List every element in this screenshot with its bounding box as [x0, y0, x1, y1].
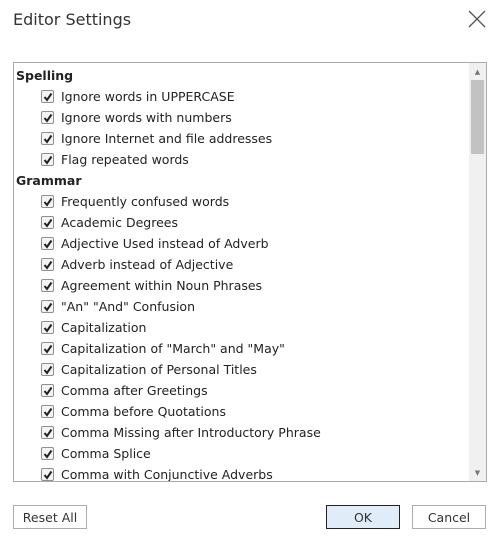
- checkmark-icon: [43, 407, 53, 417]
- setting-item[interactable]: Capitalization: [16, 317, 468, 338]
- checkbox[interactable]: [41, 321, 54, 334]
- checkmark-icon: [43, 365, 53, 375]
- checkbox[interactable]: [41, 90, 54, 103]
- setting-item[interactable]: Academic Degrees: [16, 212, 468, 233]
- checkbox[interactable]: [41, 132, 54, 145]
- setting-item[interactable]: Capitalization of "March" and "May": [16, 338, 468, 359]
- setting-item[interactable]: Adverb instead of Adjective: [16, 254, 468, 275]
- setting-label: Capitalization of Personal Titles: [61, 362, 257, 377]
- checkmark-icon: [43, 113, 53, 123]
- checkbox[interactable]: [41, 405, 54, 418]
- setting-item[interactable]: Frequently confused words: [16, 191, 468, 212]
- setting-label: Ignore words in UPPERCASE: [61, 89, 235, 104]
- dialog-title: Editor Settings: [13, 10, 132, 29]
- checkbox[interactable]: [41, 300, 54, 313]
- setting-item[interactable]: Ignore words in UPPERCASE: [16, 86, 468, 107]
- setting-label: Ignore words with numbers: [61, 110, 232, 125]
- ok-button[interactable]: OK: [326, 505, 400, 529]
- checkbox[interactable]: [41, 237, 54, 250]
- setting-label: "An" "And" Confusion: [61, 299, 196, 314]
- checkmark-icon: [43, 218, 53, 228]
- checkbox[interactable]: [41, 447, 54, 460]
- checkmark-icon: [43, 344, 53, 354]
- setting-item[interactable]: Comma with Conjunctive Adverbs: [16, 464, 468, 482]
- setting-item[interactable]: Ignore Internet and file addresses: [16, 128, 468, 149]
- checkmark-icon: [43, 155, 53, 165]
- scrollbar-thumb[interactable]: [471, 80, 484, 154]
- setting-label: Flag repeated words: [61, 152, 189, 167]
- setting-label: Comma with Conjunctive Adverbs: [61, 467, 273, 482]
- section-header: Grammar: [16, 173, 82, 188]
- setting-item[interactable]: Capitalization of Personal Titles: [16, 359, 468, 380]
- checkmark-icon: [43, 470, 53, 480]
- setting-item[interactable]: Adjective Used instead of Adverb: [16, 233, 468, 254]
- checkmark-icon: [43, 323, 53, 333]
- scroll-down-icon[interactable]: ▼: [469, 464, 486, 481]
- reset-all-button[interactable]: Reset All: [13, 505, 87, 529]
- checkmark-icon: [43, 134, 53, 144]
- checkbox[interactable]: [41, 363, 54, 376]
- setting-label: Comma after Greetings: [61, 383, 208, 398]
- checkbox[interactable]: [41, 258, 54, 271]
- checkmark-icon: [43, 260, 53, 270]
- setting-item[interactable]: Comma Missing after Introductory Phrase: [16, 422, 468, 443]
- checkmark-icon: [43, 302, 53, 312]
- checkbox[interactable]: [41, 384, 54, 397]
- checkbox[interactable]: [41, 195, 54, 208]
- setting-label: Adjective Used instead of Adverb: [61, 236, 269, 251]
- setting-label: Capitalization: [61, 320, 147, 335]
- checkbox[interactable]: [41, 279, 54, 292]
- checkbox[interactable]: [41, 111, 54, 124]
- setting-label: Adverb instead of Adjective: [61, 257, 234, 272]
- setting-item[interactable]: Comma Splice: [16, 443, 468, 464]
- close-icon[interactable]: [466, 8, 488, 30]
- settings-list: Spelling Ignore words in UPPERCASE Ignore …: [13, 62, 487, 482]
- setting-label: Capitalization of "March" and "May": [61, 341, 285, 356]
- setting-label: Agreement within Noun Phrases: [61, 278, 263, 293]
- checkbox[interactable]: [41, 153, 54, 166]
- setting-label: Comma Missing after Introductory Phrase: [61, 425, 321, 440]
- setting-item[interactable]: Flag repeated words: [16, 149, 468, 170]
- checkmark-icon: [43, 386, 53, 396]
- setting-item[interactable]: Comma before Quotations: [16, 401, 468, 422]
- setting-label: Academic Degrees: [61, 215, 178, 230]
- checkmark-icon: [43, 197, 53, 207]
- checkbox[interactable]: [41, 468, 54, 481]
- checkbox[interactable]: [41, 342, 54, 355]
- setting-label: Frequently confused words: [61, 194, 230, 209]
- setting-item[interactable]: "An" "And" Confusion: [16, 296, 468, 317]
- setting-label: Comma before Quotations: [61, 404, 226, 419]
- checkmark-icon: [43, 281, 53, 291]
- cancel-button[interactable]: Cancel: [412, 505, 486, 529]
- checkmark-icon: [43, 428, 53, 438]
- checkmark-icon: [43, 92, 53, 102]
- checkbox[interactable]: [41, 216, 54, 229]
- setting-label: Comma Splice: [61, 446, 151, 461]
- setting-item[interactable]: Agreement within Noun Phrases: [16, 275, 468, 296]
- checkbox[interactable]: [41, 426, 54, 439]
- settings-rows: Spelling Ignore words in UPPERCASE Ignore …: [16, 65, 468, 482]
- setting-item[interactable]: Comma after Greetings: [16, 380, 468, 401]
- scrollbar[interactable]: ▲ ▼: [469, 63, 486, 481]
- checkmark-icon: [43, 239, 53, 249]
- setting-label: Ignore Internet and file addresses: [61, 131, 273, 146]
- checkmark-icon: [43, 449, 53, 459]
- section-header: Spelling: [16, 68, 74, 83]
- setting-item[interactable]: Ignore words with numbers: [16, 107, 468, 128]
- scroll-up-icon[interactable]: ▲: [469, 63, 486, 80]
